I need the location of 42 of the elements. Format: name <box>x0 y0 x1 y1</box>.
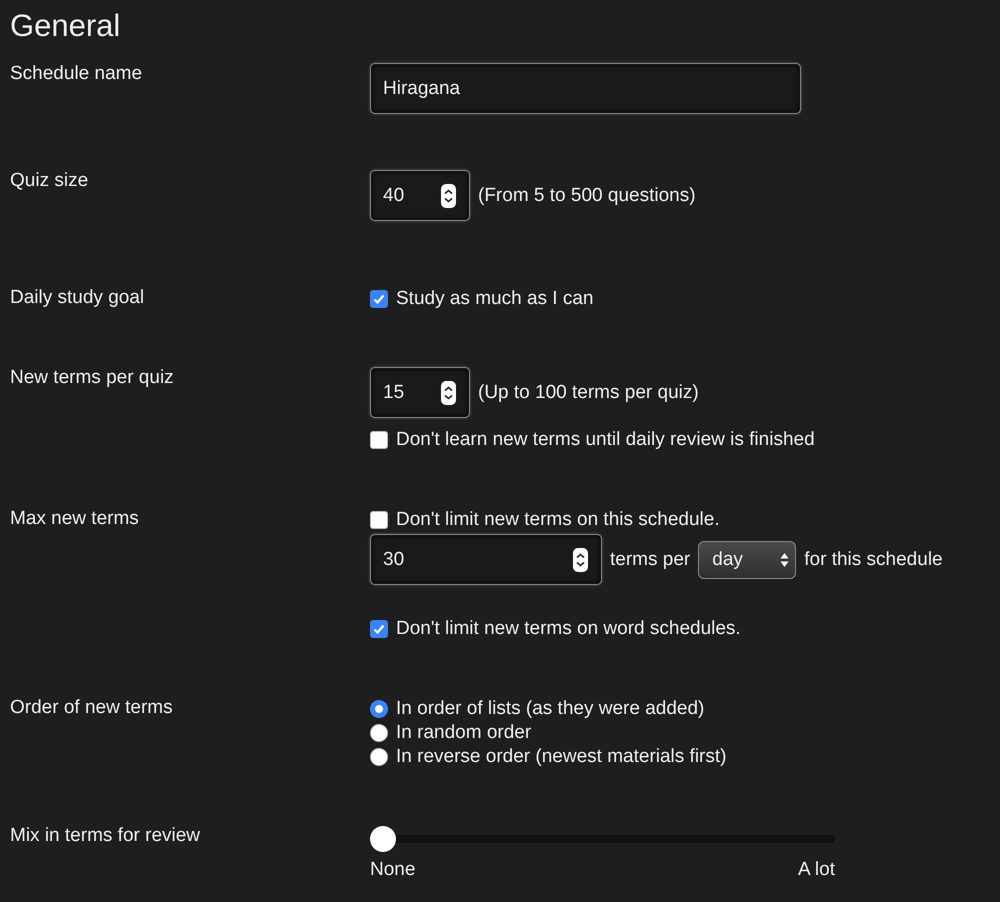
period-dropdown[interactable]: day <box>698 540 796 578</box>
up-down-icon <box>780 552 790 568</box>
radio-label[interactable]: In reverse order (newest materials first) <box>396 746 726 768</box>
radio-button[interactable] <box>370 748 388 766</box>
setting-label: Mix in terms for review <box>10 825 202 847</box>
checkbox-label[interactable]: Don't limit new terms on word schedules. <box>396 618 741 640</box>
setting-label: Quiz size <box>10 170 90 192</box>
number-field[interactable]: 15 <box>370 367 470 418</box>
field-value[interactable]: 30 <box>383 548 573 570</box>
setting-label: New terms per quiz <box>10 367 175 389</box>
field-value[interactable]: 15 <box>383 382 441 404</box>
setting-label: Max new terms <box>10 508 140 530</box>
checkbox-label[interactable]: Don't learn new terms until daily review is finished <box>396 429 815 451</box>
number-field[interactable]: 40 <box>370 170 470 221</box>
setting-label: Daily study goal <box>10 287 146 309</box>
setting-label: Order of new terms <box>10 697 174 719</box>
radio-button[interactable] <box>370 724 388 742</box>
unit-text: for this schedule <box>804 548 943 570</box>
hint-text: (From 5 to 500 questions) <box>478 184 696 206</box>
text-field[interactable]: Hiragana <box>370 63 801 114</box>
unit-text: terms per <box>610 548 690 570</box>
checkbox[interactable] <box>370 620 388 638</box>
checkbox-label[interactable]: Study as much as I can <box>396 288 594 310</box>
radio-label[interactable]: In random order <box>396 722 532 744</box>
checkbox[interactable] <box>370 290 388 308</box>
number-field[interactable]: 30 <box>370 534 602 585</box>
checkbox-label[interactable]: Don't limit new terms on this schedule. <box>396 509 720 531</box>
field-value[interactable]: 40 <box>383 184 441 206</box>
checkbox[interactable] <box>370 431 388 449</box>
page-title: General <box>10 7 122 45</box>
spinner-icon[interactable] <box>441 380 456 404</box>
slider-max-label: A lot <box>798 860 835 880</box>
spinner-icon[interactable] <box>441 184 456 208</box>
hint-text: (Up to 100 terms per quiz) <box>478 382 699 404</box>
setting-label: Schedule name <box>10 63 144 85</box>
spinner-icon[interactable] <box>573 548 588 572</box>
checkbox[interactable] <box>370 511 388 529</box>
radio-button[interactable] <box>370 700 388 718</box>
slider-min-label: None <box>370 860 416 880</box>
radio-label[interactable]: In order of lists (as they were added) <box>396 698 704 720</box>
slider-thumb[interactable] <box>370 826 396 852</box>
slider[interactable] <box>370 826 835 852</box>
